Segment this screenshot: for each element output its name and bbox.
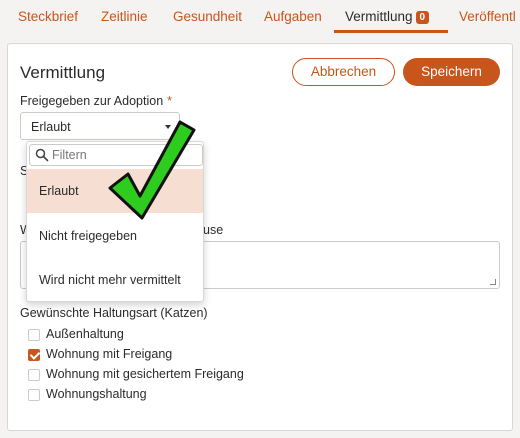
checkbox-label: Wohnung mit Freigang <box>46 347 173 361</box>
tab-steckbrief[interactable]: Steckbrief <box>18 9 78 24</box>
checkbox[interactable] <box>28 389 40 401</box>
count-badge: 0 <box>415 11 430 24</box>
obscured-label-w-suffix: use <box>203 223 224 237</box>
tab-vermittlung[interactable]: Vermittlung 0 <box>345 9 430 24</box>
adoption-label: Freigegeben zur Adoption * <box>20 94 172 108</box>
adoption-label-text: Freigegeben zur Adoption <box>20 94 164 108</box>
resize-grip-icon[interactable] <box>490 279 496 285</box>
tab-bar: Steckbrief Zeitlinie Gesundheit Aufgaben… <box>0 0 520 34</box>
checkbox-label: Wohnungshaltung <box>46 387 147 401</box>
checkbox[interactable] <box>28 369 40 381</box>
required-marker: * <box>167 94 173 108</box>
adoption-select-value: Erlaubt <box>31 120 71 134</box>
checkmark-icon <box>108 120 196 220</box>
card-title: Vermittlung <box>20 63 106 82</box>
tab-vermittlung-label: Vermittlung <box>345 9 413 24</box>
housing-label: Gewünschte Haltungsart (Katzen) <box>20 306 208 320</box>
checkbox-label: Außenhaltung <box>46 327 124 341</box>
search-icon <box>35 148 49 162</box>
cancel-button[interactable]: Abbrechen <box>292 58 395 86</box>
tab-veroeffentlichung[interactable]: Veröffentl <box>459 9 516 24</box>
checkbox-checked[interactable] <box>28 349 40 361</box>
checkbox[interactable] <box>28 329 40 341</box>
checkbox-label: Wohnung mit gesichertem Freigang <box>46 367 244 381</box>
tab-aufgaben[interactable]: Aufgaben <box>264 9 322 24</box>
tab-gesundheit[interactable]: Gesundheit <box>173 9 242 24</box>
save-button[interactable]: Speichern <box>403 58 500 86</box>
dropdown-option-nicht-mehr-vermittelt[interactable]: Wird nicht mehr vermittelt <box>27 258 203 302</box>
active-tab-indicator <box>334 30 448 33</box>
tab-zeitlinie[interactable]: Zeitlinie <box>101 9 148 24</box>
